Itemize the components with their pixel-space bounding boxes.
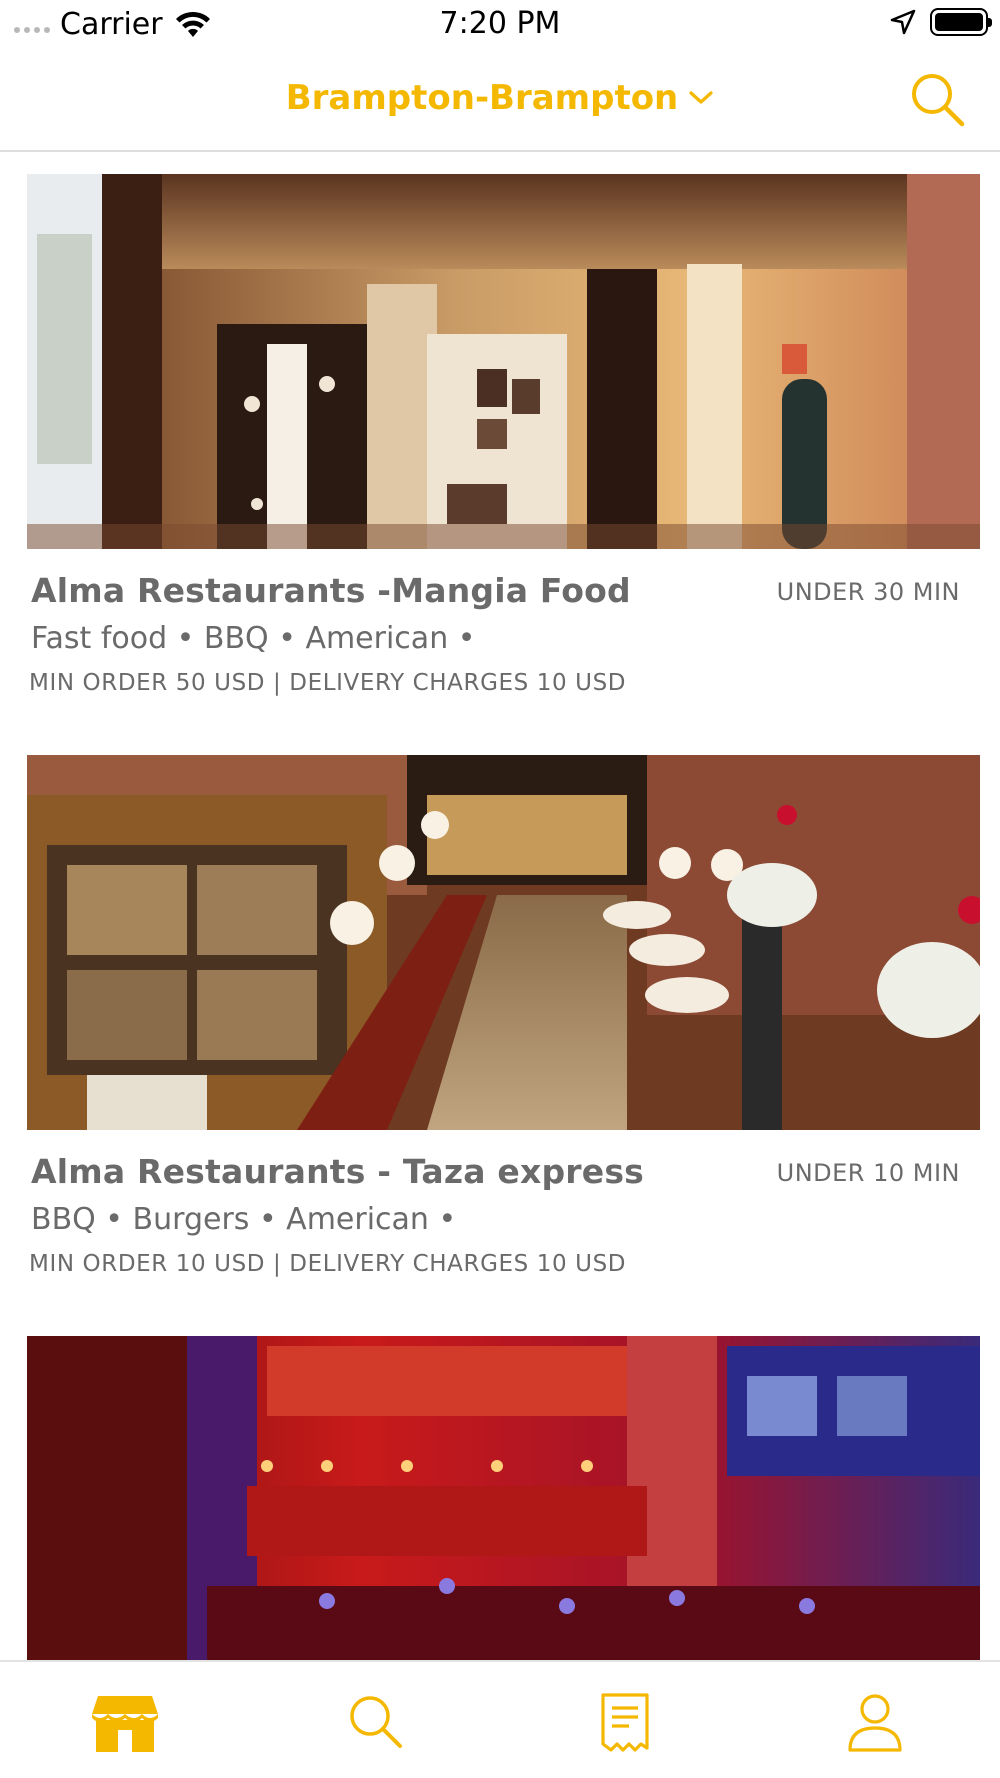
restaurant-name: Alma Restaurants -Mangia Food [31, 571, 631, 610]
user-icon [848, 1694, 902, 1752]
battery-icon [930, 8, 992, 36]
delivery-time: UNDER 30 MIN [776, 578, 960, 606]
restaurant-list[interactable]: Alma Restaurants -Mangia Food UNDER 30 M… [0, 152, 1000, 1660]
restaurant-photo [27, 174, 980, 549]
receipt-icon [601, 1693, 649, 1752]
location-selector[interactable]: Brampton-Brampton [0, 78, 1000, 118]
location-arrow-icon [890, 9, 916, 35]
tab-search[interactable] [250, 1662, 500, 1778]
restaurant-card[interactable]: Alma Restaurants - Taza express UNDER 10… [27, 755, 987, 1315]
restaurant-name: Alma Restaurants - Taza express [31, 1152, 645, 1191]
tab-profile[interactable] [750, 1662, 1000, 1778]
restaurant-photo [27, 1336, 980, 1660]
restaurant-card[interactable]: Alma Restaurants -Mangia Food UNDER 30 M… [27, 174, 980, 734]
order-info: MIN ORDER 10 USD | DELIVERY CHARGES 10 U… [29, 1251, 627, 1277]
tab-home[interactable] [0, 1662, 250, 1778]
order-info: MIN ORDER 50 USD | DELIVERY CHARGES 10 U… [29, 670, 627, 696]
location-label: Brampton-Brampton [285, 78, 679, 118]
chevron-down-icon [689, 91, 713, 104]
cuisine-tags: BBQ • Burgers • American • [31, 1202, 457, 1237]
top-nav-bar: Brampton-Brampton [0, 50, 1000, 152]
search-icon[interactable] [908, 70, 966, 128]
restaurant-card[interactable] [27, 1336, 980, 1660]
cuisine-tags: Fast food • BBQ • American • [31, 621, 476, 656]
status-bar: Carrier 7:20 PM [0, 0, 1000, 50]
search-icon [350, 1696, 402, 1748]
status-time: 7:20 PM [439, 6, 561, 41]
restaurant-photo [27, 755, 987, 1130]
delivery-time: UNDER 10 MIN [776, 1159, 960, 1187]
store-icon [92, 1696, 158, 1752]
tab-orders[interactable] [500, 1662, 750, 1778]
bottom-tab-bar [0, 1660, 1000, 1778]
